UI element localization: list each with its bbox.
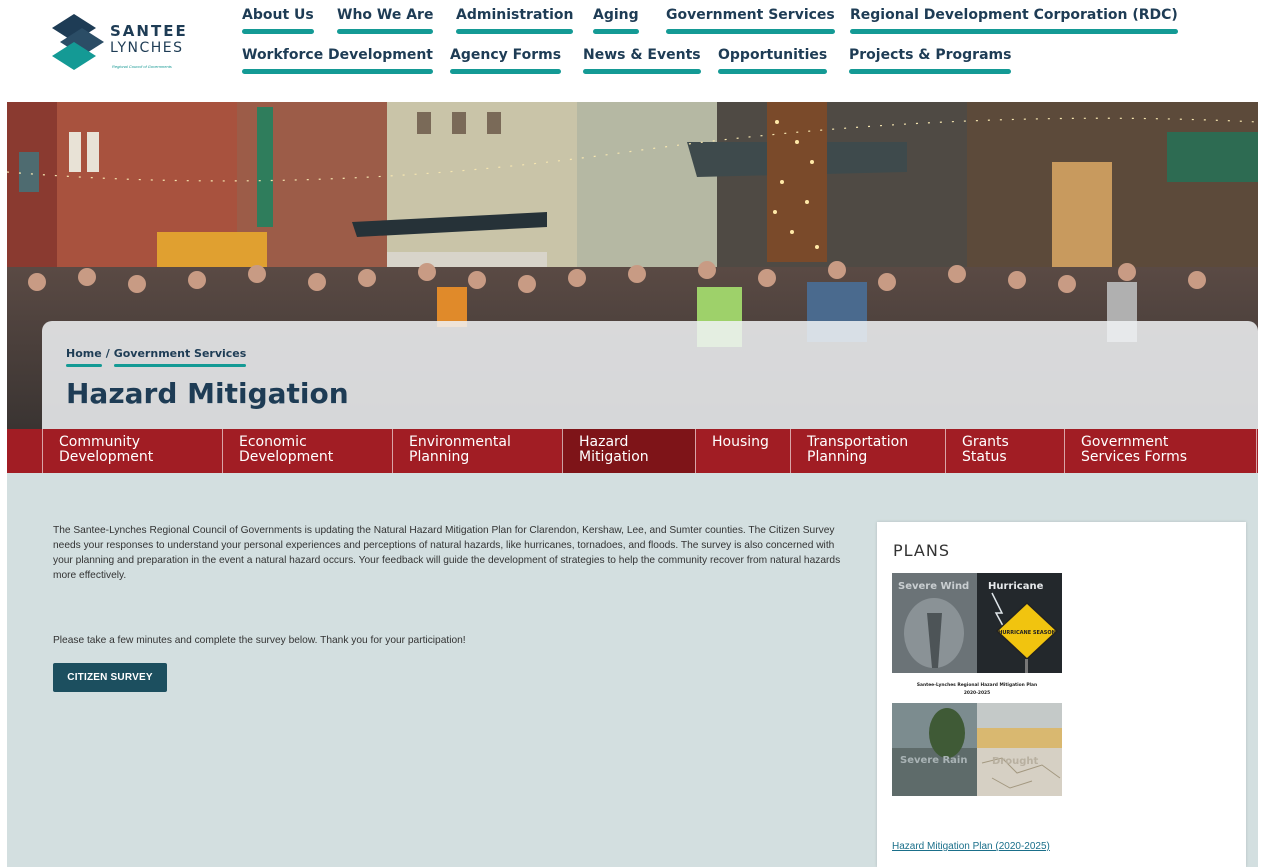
breadcrumb-home-label: Home bbox=[66, 347, 102, 360]
intro-paragraph: The Santee-Lynches Regional Council of G… bbox=[53, 525, 841, 581]
nav-workforce-development[interactable]: Workforce Development bbox=[242, 47, 433, 74]
subnav-hazard-mitigation[interactable]: Hazard Mitigation bbox=[562, 429, 695, 473]
subnav-environmental-planning[interactable]: Environmental Planning bbox=[392, 429, 562, 473]
nav-aging[interactable]: Aging bbox=[593, 7, 639, 34]
subnav-grants-status[interactable]: Grants Status bbox=[945, 429, 1064, 473]
breadcrumb-section-label: Government Services bbox=[113, 347, 247, 360]
santee-lynches-logo[interactable]: SANTEE LYNCHES Regional Council of Gover… bbox=[52, 12, 202, 74]
subnav-transportation-planning-label: Transportation Planning bbox=[807, 434, 909, 465]
hazard-mitigation-plan-link[interactable]: Hazard Mitigation Plan (2020-2025) bbox=[892, 841, 1050, 852]
plans-heading: PLANS bbox=[893, 541, 950, 560]
subnav-economic-development[interactable]: Economic Development bbox=[222, 429, 392, 473]
section-subnav: Community Development Economic Developme… bbox=[7, 429, 1258, 473]
cover-severe-wind-label: Severe Wind bbox=[898, 581, 969, 592]
cover-drought-label: Drought bbox=[992, 756, 1038, 767]
nav-rdc[interactable]: Regional Development Corporation (RDC) bbox=[850, 7, 1178, 34]
nav-projects-programs-label: Projects & Programs bbox=[849, 47, 1012, 63]
page-title: Hazard Mitigation bbox=[66, 377, 349, 410]
nav-government-services[interactable]: Government Services bbox=[666, 7, 835, 34]
breadcrumb-separator: / bbox=[105, 347, 110, 360]
nav-news-events-label: News & Events bbox=[583, 47, 701, 63]
plans-sidebar: PLANS Severe Wind HURRICANE SEASON Hurri… bbox=[877, 522, 1246, 867]
nav-who-we-are-label: Who We Are bbox=[337, 7, 434, 23]
nav-news-events[interactable]: News & Events bbox=[583, 47, 701, 74]
subnav-hazard-mitigation-label: Hazard Mitigation bbox=[579, 434, 649, 465]
subnav-end-divider bbox=[1256, 429, 1257, 473]
subnav-grants-status-label: Grants Status bbox=[962, 434, 1009, 465]
nav-rdc-label: Regional Development Corporation (RDC) bbox=[850, 7, 1178, 23]
logo-wordmark-bottom: LYNCHES bbox=[110, 40, 184, 56]
nav-government-services-label: Government Services bbox=[666, 7, 835, 23]
nav-about-us-label: About Us bbox=[242, 7, 314, 23]
nav-projects-programs[interactable]: Projects & Programs bbox=[849, 47, 1012, 74]
nav-opportunities-label: Opportunities bbox=[718, 47, 828, 63]
subnav-housing-label: Housing bbox=[712, 434, 769, 450]
cover-severe-rain-label: Severe Rain bbox=[900, 755, 967, 766]
nav-agency-forms[interactable]: Agency Forms bbox=[450, 47, 562, 74]
cover-hurricane-sign-label: HURRICANE SEASON bbox=[998, 630, 1056, 636]
breadcrumb-home-link[interactable]: Home bbox=[66, 347, 102, 367]
subnav-government-services-forms-label: Government Services Forms bbox=[1081, 434, 1188, 465]
subnav-community-development[interactable]: Community Development bbox=[42, 429, 222, 473]
breadcrumb-government-services-link[interactable]: Government Services bbox=[113, 347, 247, 367]
breadcrumb: Home / Government Services bbox=[66, 347, 247, 367]
site-header: SANTEE LYNCHES Regional Council of Gover… bbox=[0, 0, 1265, 102]
citizen-survey-button[interactable]: CITIZEN SURVEY bbox=[53, 663, 167, 692]
subnav-transportation-planning[interactable]: Transportation Planning bbox=[790, 429, 945, 473]
hazard-plan-cover-image[interactable]: Severe Wind HURRICANE SEASON Hurricane S… bbox=[892, 573, 1062, 796]
logo-wordmark-top: SANTEE bbox=[110, 22, 188, 40]
main-content: The Santee-Lynches Regional Council of G… bbox=[7, 473, 1258, 867]
nav-administration[interactable]: Administration bbox=[456, 7, 574, 34]
nav-about-us[interactable]: About Us bbox=[242, 7, 314, 34]
nav-who-we-are[interactable]: Who We Are bbox=[337, 7, 434, 34]
hero-banner: Home / Government Services Hazard Mitigati… bbox=[7, 102, 1258, 429]
cover-band-years: 2020-2025 bbox=[964, 690, 990, 696]
subnav-economic-development-label: Economic Development bbox=[239, 434, 334, 465]
subnav-community-development-label: Community Development bbox=[59, 434, 154, 465]
cover-hurricane-label: Hurricane bbox=[988, 581, 1044, 592]
title-panel: Home / Government Services Hazard Mitigati… bbox=[42, 321, 1258, 429]
logo-tagline: Regional Council of Governments bbox=[112, 64, 172, 69]
nav-workforce-development-label: Workforce Development bbox=[242, 47, 433, 63]
subnav-housing[interactable]: Housing bbox=[695, 429, 790, 473]
nav-opportunities[interactable]: Opportunities bbox=[718, 47, 828, 74]
cover-band-title: Santee-Lynches Regional Hazard Mitigatio… bbox=[917, 682, 1037, 688]
nav-aging-label: Aging bbox=[593, 7, 639, 23]
survey-invitation-text: Please take a few minutes and complete t… bbox=[53, 635, 466, 646]
subnav-government-services-forms[interactable]: Government Services Forms bbox=[1064, 429, 1256, 473]
logo-mark-icon bbox=[52, 14, 104, 70]
nav-administration-label: Administration bbox=[456, 7, 574, 23]
nav-agency-forms-label: Agency Forms bbox=[450, 47, 562, 63]
subnav-environmental-planning-label: Environmental Planning bbox=[409, 434, 511, 465]
